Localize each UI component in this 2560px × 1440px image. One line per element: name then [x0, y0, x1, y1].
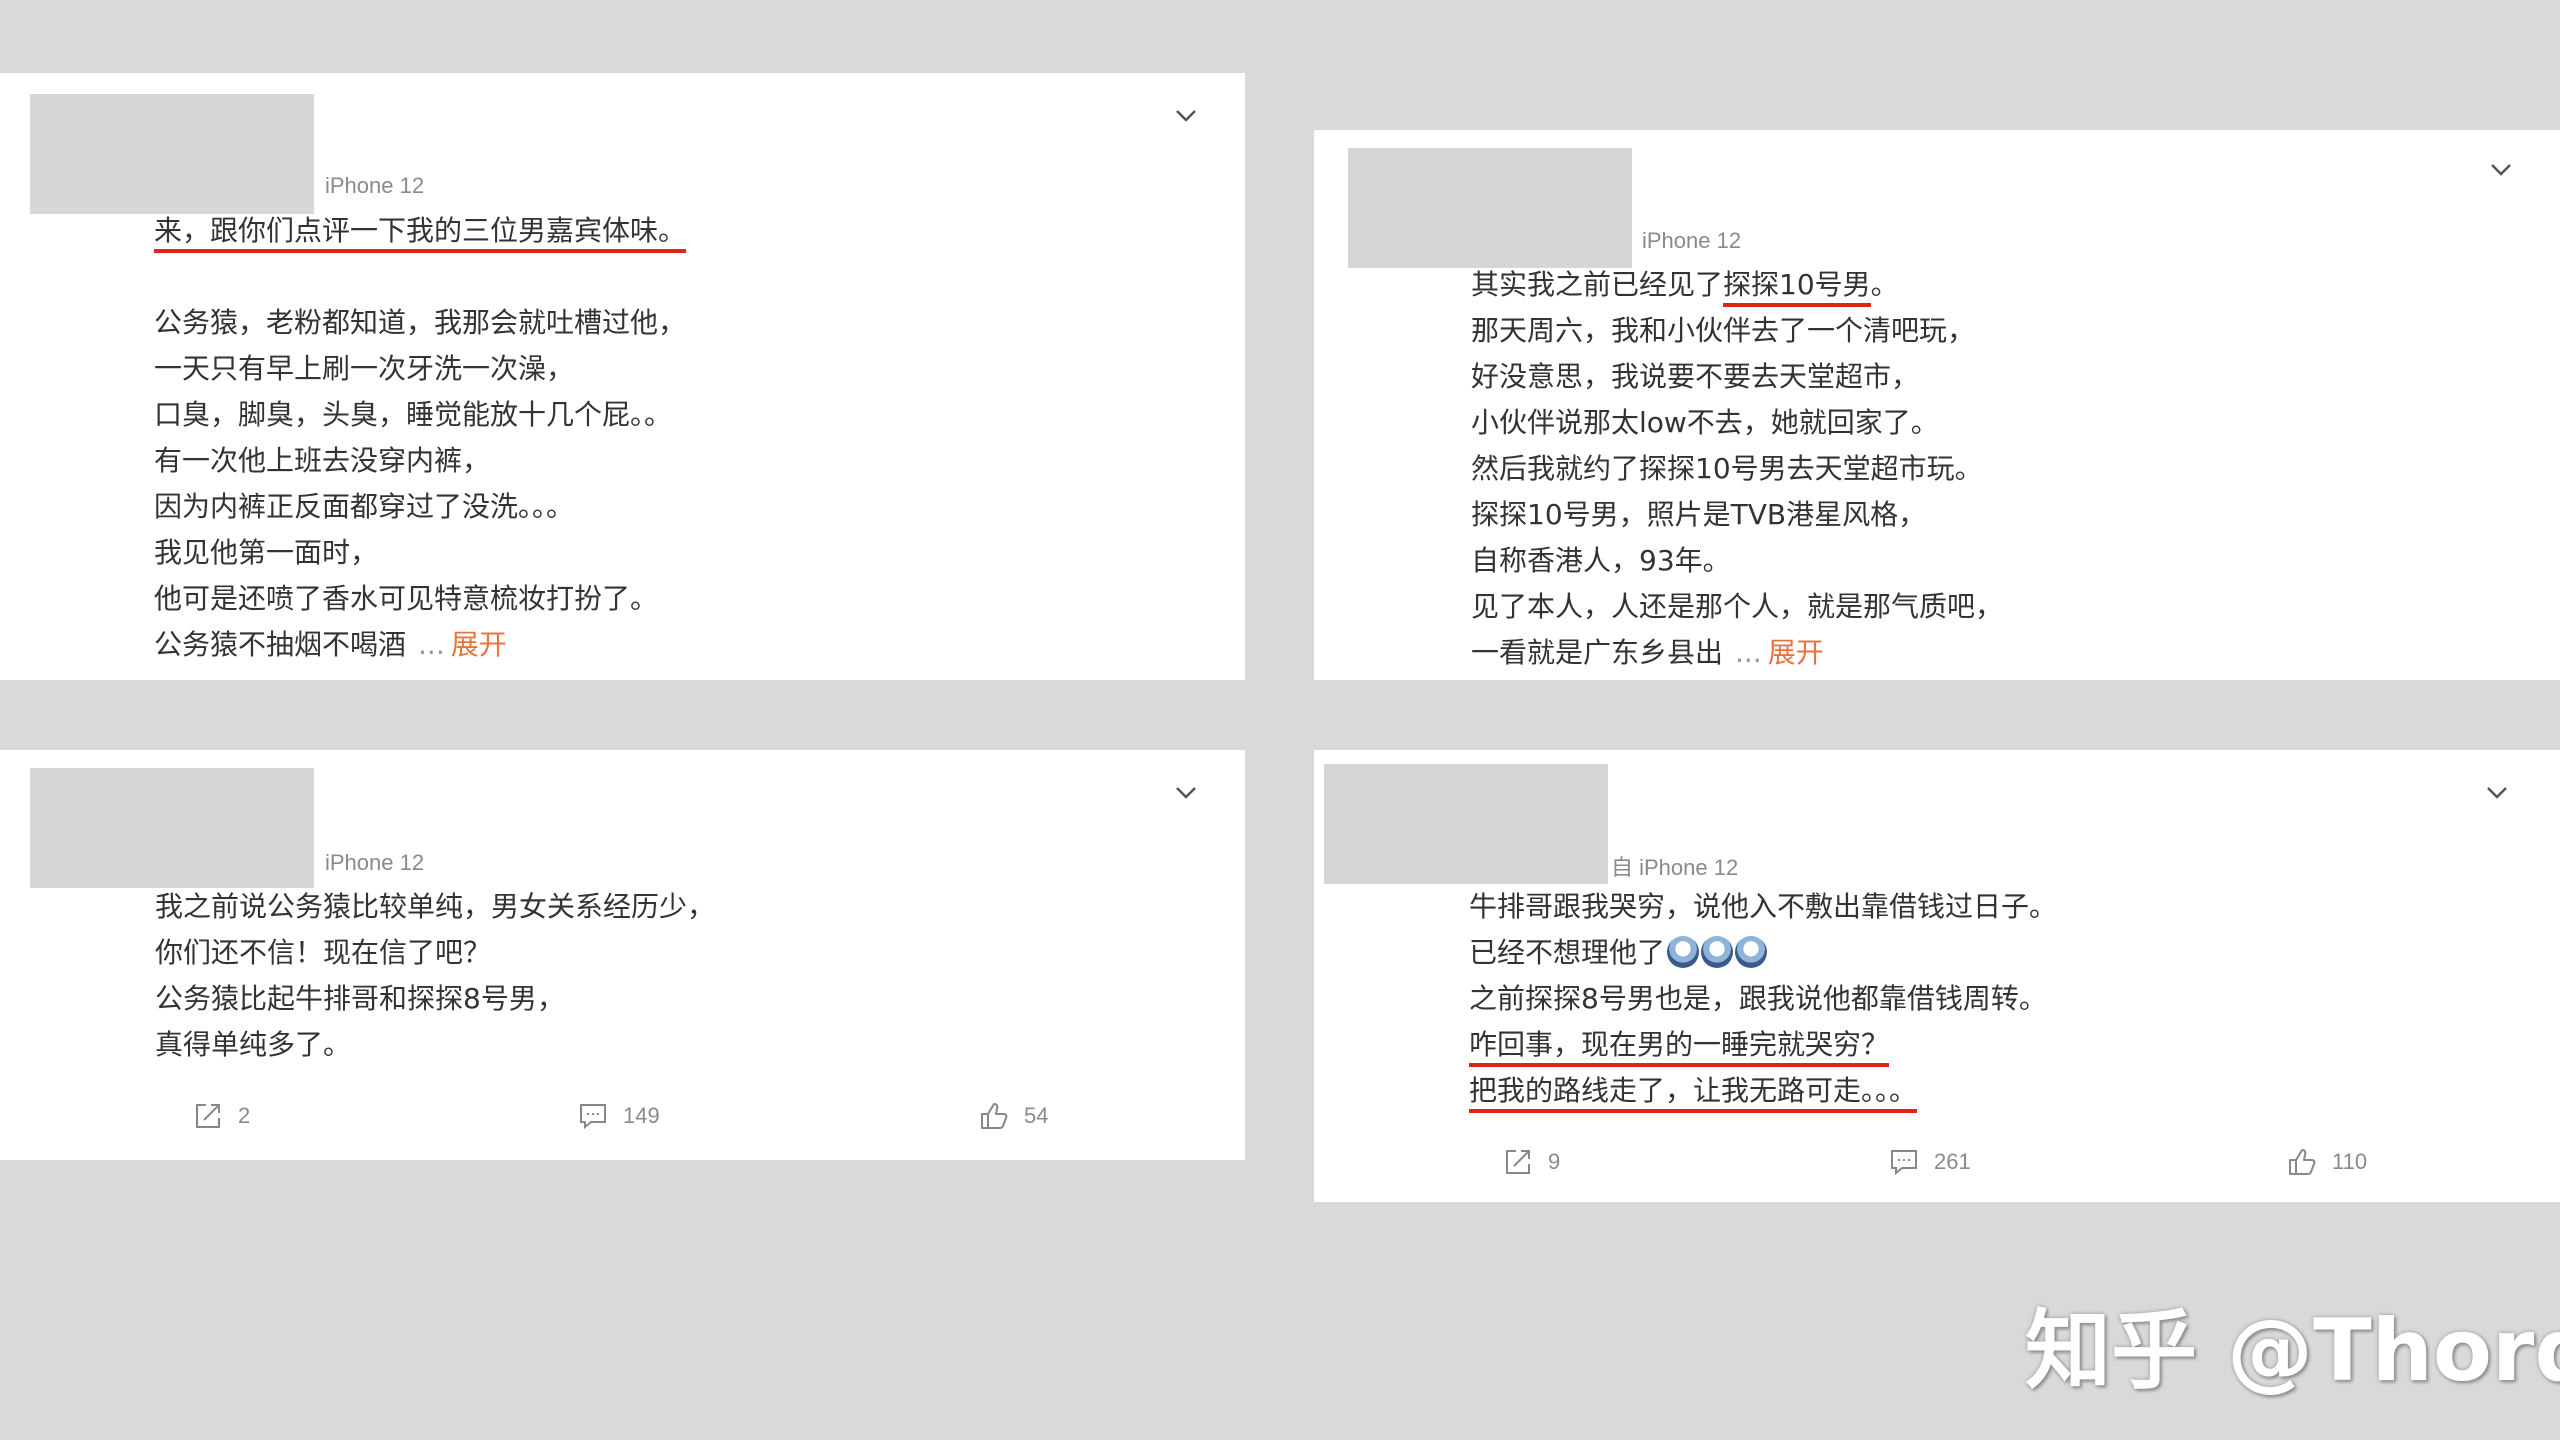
action-bar: 9 261 110: [1314, 1146, 2560, 1186]
text-line: 一看就是广东乡县出: [1471, 636, 1724, 669]
text-line: 牛排哥跟我哭穷，说他入不敷出靠借钱过日子。: [1469, 890, 2058, 923]
text-line: 公务猿不抽烟不喝酒: [154, 628, 407, 661]
chevron-down-icon[interactable]: [2486, 154, 2516, 184]
text-line: 他可是还喷了香水可见特意梳妆打扮了。: [154, 582, 659, 615]
comment-card-3: iPhone 12 我之前说公务猿比较单纯，男女关系经历少， 你们还不信！现在信…: [0, 750, 1245, 1160]
crying-face-emoji-icon: [1667, 936, 1700, 968]
highlighted-text: 探探10号男: [1723, 268, 1871, 307]
text-line: 你们还不信！现在信了吧？: [155, 936, 492, 969]
redacted-avatar: [30, 768, 314, 888]
crying-face-emoji-icon: [1735, 936, 1768, 968]
comment-button[interactable]: 261: [1888, 1146, 1971, 1178]
device-label: iPhone 12: [325, 850, 425, 875]
thumbs-up-icon: [2289, 1149, 2316, 1175]
comment-count: 261: [1934, 1149, 1971, 1174]
share-button[interactable]: 2: [192, 1100, 250, 1132]
highlighted-text: 咋回事，现在男的一睡完就哭穷？: [1469, 1028, 1890, 1067]
text-line: 一天只有早上刷一次牙洗一次澡，: [154, 352, 575, 385]
chevron-down-icon[interactable]: [1171, 100, 1201, 130]
comment-body: 来，跟你们点评一下我的三位男嘉宾体味。 公务猿，老粉都知道，我那会就吐槽过他， …: [154, 208, 687, 668]
comment-count: 149: [623, 1103, 660, 1128]
text-line: 小伙伴说那太low不去，她就回家了。: [1471, 406, 1939, 439]
text-line: 之前探探8号男也是，跟我说他都靠借钱周转。: [1469, 982, 2047, 1015]
text-line: 那天周六，我和小伙伴去了一个清吧玩，: [1471, 314, 1976, 347]
text-line: 。: [1870, 268, 1899, 301]
text-line: 公务猿比起牛排哥和探探8号男，: [155, 982, 565, 1015]
comment-card-1: iPhone 12 来，跟你们点评一下我的三位男嘉宾体味。 公务猿，老粉都知道，…: [0, 73, 1245, 680]
device-label: iPhone 12: [1642, 228, 1742, 253]
text-line: 我见他第一面时，: [154, 536, 379, 569]
like-count: 54: [1024, 1103, 1049, 1128]
like-button[interactable]: 110: [2286, 1146, 2367, 1178]
watermark: 知乎 @Thord: [2025, 1301, 2560, 1401]
text-line: 然后我就约了探探10号男去天堂超市玩。: [1471, 452, 1983, 485]
comment-body: 我之前说公务猿比较单纯，男女关系经历少， 你们还不信！现在信了吧？ 公务猿比起牛…: [155, 884, 715, 1068]
redacted-avatar: [1324, 764, 1608, 884]
comment-body: 其实我之前已经见了探探10号男。 那天周六，我和小伙伴去了一个清吧玩， 好没意思…: [1471, 262, 2003, 676]
comment-body: 牛排哥跟我哭穷，说他入不敷出靠借钱过日子。 已经不想理他了 之前探探8号男也是，…: [1469, 884, 2057, 1114]
share-button[interactable]: 9: [1502, 1146, 1560, 1178]
comment-card-2: iPhone 12 其实我之前已经见了探探10号男。 那天周六，我和小伙伴去了一…: [1314, 130, 2560, 680]
thumbs-up-icon: [981, 1103, 1008, 1129]
share-count: 2: [238, 1103, 251, 1128]
text-line: 因为内裤正反面都穿过了没洗。。。: [154, 490, 575, 523]
comment-card-4: 自 iPhone 12 牛排哥跟我哭穷，说他入不敷出靠借钱过日子。 已经不想理他…: [1314, 750, 2560, 1202]
ellipsis: ...: [1735, 636, 1762, 669]
expand-link[interactable]: 展开: [451, 628, 507, 661]
text-line: 探探10号男，照片是TVB港星风格，: [1471, 498, 1927, 531]
device-label: iPhone 12: [325, 173, 425, 198]
ellipsis: ...: [418, 628, 445, 661]
comment-icon: [580, 1104, 606, 1130]
highlighted-text: 来，跟你们点评一下我的三位男嘉宾体味。: [154, 214, 687, 253]
text-line: 已经不想理他了: [1469, 936, 1666, 969]
like-count: 110: [2332, 1149, 2368, 1174]
redacted-avatar: [30, 94, 314, 214]
like-button[interactable]: 54: [978, 1100, 1048, 1132]
text-line: 有一次他上班去没穿内裤，: [154, 444, 491, 477]
comment-button[interactable]: 149: [577, 1100, 660, 1132]
highlighted-text: 把我的路线走了，让我无路可走。。。: [1469, 1074, 1918, 1113]
text-line: 见了本人，人还是那个人，就是那气质吧，: [1471, 590, 2004, 623]
device-label: 自 iPhone 12: [1611, 855, 1739, 880]
expand-link[interactable]: 展开: [1768, 636, 1824, 669]
comment-icon: [1891, 1150, 1917, 1176]
text-line: 我之前说公务猿比较单纯，男女关系经历少，: [155, 890, 716, 923]
text-line: 口臭，脚臭，头臭，睡觉能放十几个屁。。: [154, 398, 673, 431]
text-line: 公务猿，老粉都知道，我那会就吐槽过他，: [154, 306, 687, 339]
action-bar: 2 149 54: [0, 1100, 1245, 1140]
text-line: 自称香港人，93年。: [1471, 544, 1731, 577]
chevron-down-icon[interactable]: [1171, 777, 1201, 807]
text-line: 其实我之前已经见了: [1471, 268, 1724, 301]
redacted-avatar: [1348, 148, 1632, 268]
crying-face-emoji-icon: [1701, 936, 1734, 968]
chevron-down-icon[interactable]: [2482, 777, 2512, 807]
share-count: 9: [1548, 1149, 1561, 1174]
text-line: 真得单纯多了。: [155, 1028, 352, 1061]
text-line: 好没意思，我说要不要去天堂超市，: [1471, 360, 1920, 393]
share-icon: [1506, 1150, 1530, 1174]
share-icon: [196, 1104, 220, 1128]
